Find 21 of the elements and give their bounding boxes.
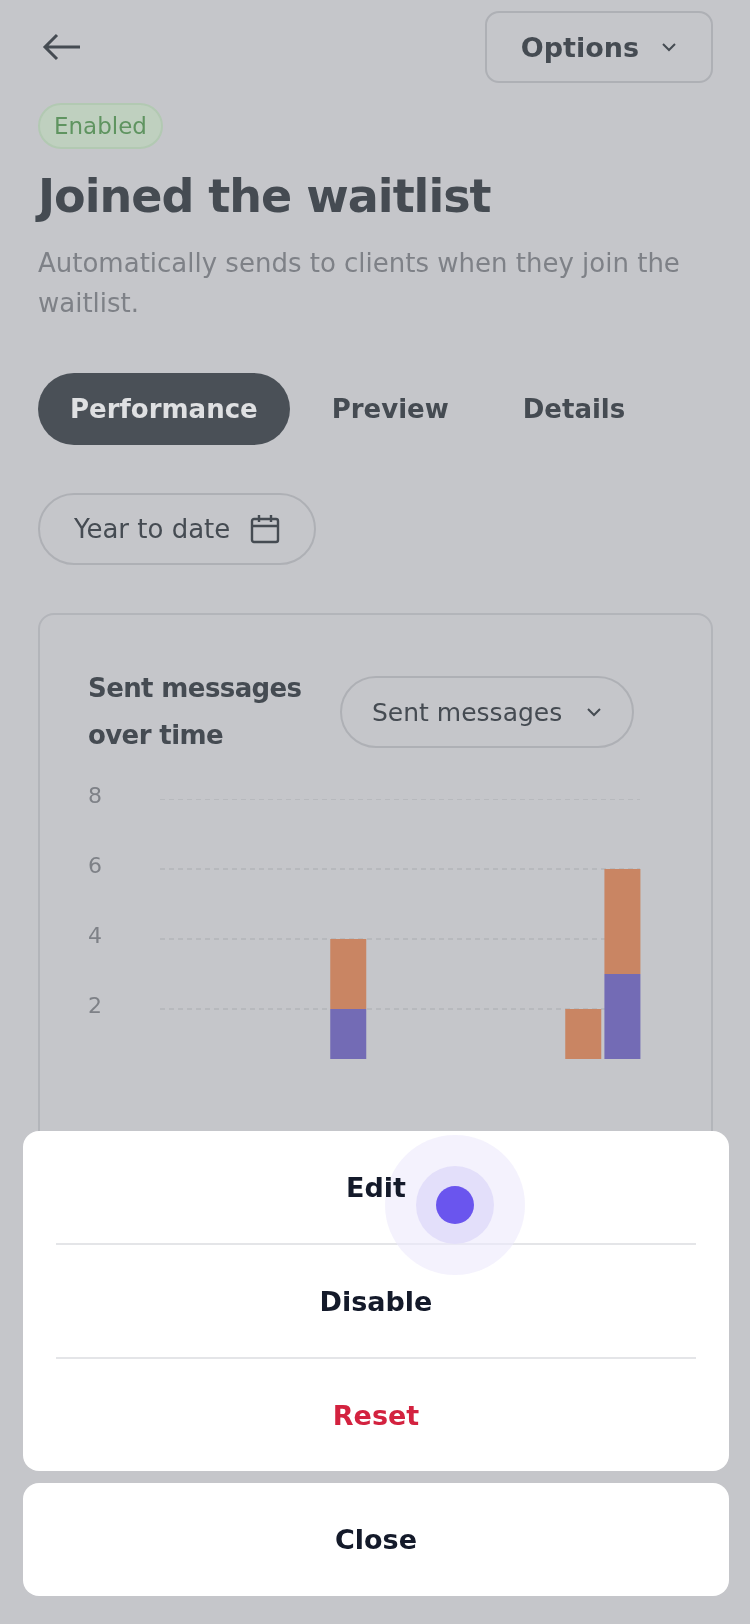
tab[interactable]: Details: [490, 373, 658, 445]
status-badge: Enabled: [38, 103, 163, 149]
description: Automatically sends to clients when they join the waitlist.: [38, 247, 681, 320]
chart-title: Sent messages over time: [88, 672, 303, 752]
date-filter-button[interactable]: Year to date: [38, 493, 317, 565]
tab[interactable]: Preview: [299, 373, 481, 445]
reset-action[interactable]: Reset: [56, 1359, 696, 1471]
options-button[interactable]: Options: [484, 11, 713, 83]
close-button[interactable]: Close: [23, 1483, 729, 1596]
y-axis-label: 6: [88, 853, 102, 878]
sheet-action[interactable]: Disable: [56, 1245, 696, 1357]
y-axis-label: 8: [88, 783, 102, 808]
chevron-down-icon: [586, 707, 603, 717]
y-axis-label: 2: [88, 993, 102, 1018]
sheet-action[interactable]: Edit: [56, 1131, 696, 1243]
y-axis-label: 4: [88, 923, 102, 948]
chevron-down-icon: [661, 42, 677, 52]
tab[interactable]: Performance: [38, 373, 290, 445]
metric-dropdown[interactable]: Sent messages: [340, 676, 635, 748]
back-arrow-icon[interactable]: [42, 32, 82, 62]
calendar-icon: [250, 514, 281, 544]
